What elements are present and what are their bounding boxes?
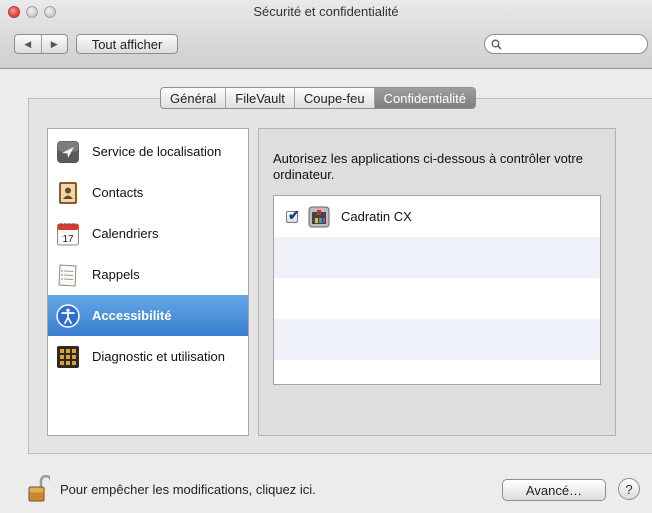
sidebar-item-location[interactable]: Service de localisation	[48, 131, 248, 172]
sidebar-item-contacts[interactable]: Contacts	[48, 172, 248, 213]
checkmark-icon: ✔	[288, 206, 300, 223]
privacy-detail-pane: Autorisez les applications ci-dessous à …	[258, 128, 616, 436]
sidebar-item-label: Rappels	[92, 267, 140, 282]
app-allow-checkbox[interactable]: ✔	[286, 206, 300, 223]
forward-arrow-icon: ▶	[50, 38, 58, 49]
preferences-window: Sécurité et confidentialité ◀ ▶ Tout aff…	[0, 0, 652, 513]
sidebar-item-label: Contacts	[92, 185, 144, 200]
sidebar-item-label: Accessibilité	[92, 308, 172, 323]
sidebar-item-diagnostics[interactable]: Diagnostic et utilisation	[48, 336, 248, 377]
contacts-book-icon	[59, 181, 77, 204]
back-button[interactable]: ◀	[15, 35, 42, 53]
search-field[interactable]	[484, 34, 648, 54]
tab-bar: Général FileVault Coupe-feu Confidential…	[160, 87, 476, 109]
empty-row	[274, 319, 600, 360]
privacy-category-list: Service de localisation Contacts 17 Cale…	[47, 128, 249, 436]
allowed-apps-list: ✔ Cadratin CX	[273, 195, 601, 385]
search-icon	[491, 39, 502, 50]
empty-row	[274, 237, 600, 278]
empty-row	[274, 360, 600, 384]
sidebar-item-accessibility[interactable]: Accessibilité	[48, 295, 248, 336]
sidebar-item-label: Calendriers	[92, 226, 159, 241]
search-input[interactable]	[506, 37, 636, 51]
advanced-button[interactable]: Avancé…	[502, 479, 606, 501]
forward-button[interactable]: ▶	[42, 35, 68, 53]
list-item[interactable]: ✔ Cadratin CX	[274, 196, 600, 237]
reminders-icon	[58, 263, 77, 287]
lock-icon[interactable]	[28, 475, 50, 503]
calendar-icon: 17	[57, 222, 79, 245]
lock-hint-text[interactable]: Pour empêcher les modifications, cliquez…	[60, 482, 316, 497]
privacy-description: Autorisez les applications ci-dessous à …	[273, 151, 583, 182]
sidebar-item-calendars[interactable]: 17 Calendriers	[48, 213, 248, 254]
back-arrow-icon: ◀	[24, 38, 32, 49]
cadratin-app-icon	[308, 206, 330, 227]
help-button[interactable]: ?	[618, 478, 640, 500]
tab-firewall[interactable]: Coupe-feu	[295, 88, 375, 108]
empty-row	[274, 278, 600, 319]
calendar-day-number: 17	[62, 234, 74, 245]
sidebar-item-reminders[interactable]: Rappels	[48, 254, 248, 295]
diagnostics-icon	[57, 345, 79, 368]
accessibility-icon	[56, 303, 80, 328]
sidebar-item-label: Diagnostic et utilisation	[92, 349, 225, 364]
back-forward-control: ◀ ▶	[14, 34, 68, 54]
tab-filevault[interactable]: FileVault	[226, 88, 295, 108]
location-arrow-icon	[57, 140, 79, 163]
window-title: Sécurité et confidentialité	[253, 4, 399, 19]
tab-general[interactable]: Général	[161, 88, 227, 108]
tab-privacy[interactable]: Confidentialité	[374, 88, 475, 108]
app-name: Cadratin CX	[341, 209, 412, 224]
title-bar: Sécurité et confidentialité ◀ ▶ Tout aff…	[0, 0, 652, 69]
sidebar-item-label: Service de localisation	[92, 144, 222, 159]
show-all-button[interactable]: Tout afficher	[76, 34, 178, 54]
